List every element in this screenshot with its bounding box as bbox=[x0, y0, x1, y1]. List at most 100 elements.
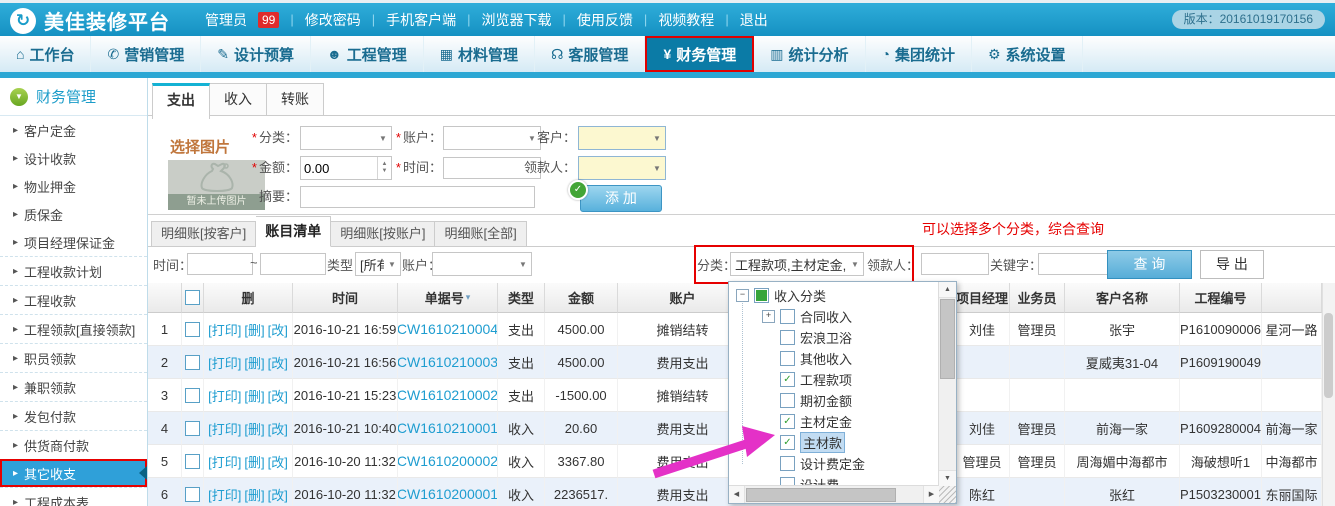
tab-detail-by-customer[interactable]: 明细账[按客户] bbox=[151, 221, 256, 247]
sidebar-item-staff-withdraw[interactable]: ▸职员领款 bbox=[0, 343, 147, 372]
scroll-left-icon[interactable]: ◀ bbox=[729, 486, 745, 503]
checkbox-checked[interactable]: ✓ bbox=[780, 414, 795, 429]
sidebar-item-project-receipt[interactable]: ▸工程收款 bbox=[0, 285, 147, 314]
print-link[interactable]: [打印] bbox=[208, 485, 241, 504]
tree-node-label[interactable]: 主材定金 bbox=[800, 412, 852, 431]
popup-horizontal-scrollbar[interactable]: ◀ ▶ bbox=[729, 485, 939, 503]
filter-time-from-input[interactable] bbox=[187, 253, 253, 275]
tree-node-label[interactable]: 设计费定金 bbox=[800, 454, 865, 473]
amount-input[interactable] bbox=[301, 157, 377, 179]
tree-node[interactable]: 期初金额 bbox=[729, 390, 939, 411]
filter-payee-input[interactable] bbox=[921, 253, 989, 275]
filter-account-select[interactable]: ▼ bbox=[432, 252, 532, 276]
tree-node-label[interactable]: 工程款项 bbox=[800, 370, 852, 389]
sidebar-item-receipt-plan[interactable]: ▸工程收款计划 bbox=[0, 256, 147, 285]
table-scrollbar[interactable] bbox=[1322, 283, 1335, 506]
delete-link[interactable]: [删] bbox=[244, 452, 264, 471]
doc-link[interactable]: CW1610210002 bbox=[398, 387, 498, 403]
nav-tab-project[interactable]: ☻工程管理 bbox=[311, 36, 424, 72]
sidebar-item-other-income-expense[interactable]: ▸其它收支 bbox=[0, 459, 147, 487]
row-checkbox[interactable] bbox=[185, 322, 200, 337]
edit-link[interactable]: [改] bbox=[268, 452, 288, 471]
tab-detail-by-account[interactable]: 明细账[按账户] bbox=[331, 221, 435, 247]
row-checkbox[interactable] bbox=[185, 487, 200, 502]
collapse-icon[interactable]: − bbox=[736, 289, 749, 302]
scroll-down-icon[interactable]: ▼ bbox=[939, 470, 956, 486]
print-link[interactable]: [打印] bbox=[208, 386, 241, 405]
checkbox-partial[interactable] bbox=[754, 288, 769, 303]
menu-feedback[interactable]: 使用反馈 bbox=[577, 10, 633, 30]
print-link[interactable]: [打印] bbox=[208, 320, 241, 339]
notification-badge[interactable]: 99 bbox=[258, 12, 279, 28]
tree-node[interactable]: 设计费定金 bbox=[729, 453, 939, 474]
expand-icon[interactable]: + bbox=[762, 310, 775, 323]
tree-node[interactable]: ✓ 工程款项 bbox=[729, 369, 939, 390]
pick-image-label[interactable]: 选择图片 bbox=[170, 136, 230, 157]
sidebar-item-parttime-withdraw[interactable]: ▸兼职领款 bbox=[0, 372, 147, 401]
nav-tab-customer-service[interactable]: ☊客服管理 bbox=[535, 36, 645, 72]
checkbox-unchecked[interactable] bbox=[780, 393, 795, 408]
menu-mobile-client[interactable]: 手机客户端 bbox=[386, 10, 456, 30]
menu-browser-download[interactable]: 浏览器下载 bbox=[482, 10, 552, 30]
delete-link[interactable]: [删] bbox=[244, 386, 264, 405]
nav-tab-finance[interactable]: ¥财务管理 bbox=[645, 36, 754, 72]
popup-vertical-scrollbar[interactable]: ▲ ▼ bbox=[938, 282, 956, 486]
tree-node[interactable]: ✓ 主材定金 bbox=[729, 411, 939, 432]
filter-keyword-input[interactable] bbox=[1038, 253, 1109, 275]
nav-tab-group-stats[interactable]: ◔集团统计 bbox=[866, 36, 972, 72]
tree-node-root[interactable]: − 收入分类 bbox=[729, 285, 939, 306]
sidebar-item-pm-guarantee[interactable]: ▸项目经理保证金 bbox=[0, 228, 147, 256]
doc-link[interactable]: CW1610210004 bbox=[398, 321, 498, 337]
tree-node-selected[interactable]: ✓ 主材款 bbox=[729, 432, 939, 453]
tab-expense[interactable]: 支出 bbox=[152, 83, 210, 119]
tree-node[interactable]: + 合同收入 bbox=[729, 306, 939, 327]
checkbox-unchecked[interactable] bbox=[780, 330, 795, 345]
checkbox-checked[interactable]: ✓ bbox=[780, 372, 795, 387]
tab-income[interactable]: 收入 bbox=[210, 83, 267, 116]
resize-grip[interactable] bbox=[939, 486, 956, 503]
nav-tab-design-budget[interactable]: ✎设计预算 bbox=[201, 36, 311, 72]
tree-node-label[interactable]: 其他收入 bbox=[800, 349, 852, 368]
print-link[interactable]: [打印] bbox=[208, 452, 241, 471]
doc-link[interactable]: CW1610210003 bbox=[398, 354, 498, 370]
nav-tab-settings[interactable]: ⚙系统设置 bbox=[972, 36, 1083, 72]
row-checkbox[interactable] bbox=[185, 355, 200, 370]
col-doc-no[interactable]: 单据号▾ bbox=[398, 283, 498, 313]
filter-type-select[interactable]: [所有]▼ bbox=[355, 252, 401, 276]
tab-transfer[interactable]: 转账 bbox=[267, 83, 324, 116]
tree-node-label[interactable]: 收入分类 bbox=[774, 286, 826, 305]
tree-node[interactable]: 宏浪卫浴 bbox=[729, 327, 939, 348]
row-checkbox[interactable] bbox=[185, 454, 200, 469]
doc-link[interactable]: CW1610210001 bbox=[398, 420, 498, 436]
tree-node-label[interactable]: 宏浪卫浴 bbox=[800, 328, 852, 347]
tree-node-label[interactable]: 主材款 bbox=[800, 432, 845, 453]
edit-link[interactable]: [改] bbox=[268, 419, 288, 438]
tab-account-list[interactable]: 账目清单 bbox=[256, 216, 331, 247]
tab-detail-all[interactable]: 明细账[全部] bbox=[435, 221, 526, 247]
row-checkbox[interactable] bbox=[185, 421, 200, 436]
delete-link[interactable]: [删] bbox=[244, 419, 264, 438]
doc-link[interactable]: CW1610200001 bbox=[398, 486, 498, 502]
filter-time-to-input[interactable] bbox=[260, 253, 326, 275]
checkbox-checked[interactable]: ✓ bbox=[780, 435, 795, 450]
sidebar-item-project-withdraw[interactable]: ▸工程领款[直接领款] bbox=[0, 314, 147, 343]
nav-tab-material[interactable]: ▦材料管理 bbox=[424, 36, 535, 72]
checkbox-unchecked[interactable] bbox=[780, 351, 795, 366]
menu-logout[interactable]: 退出 bbox=[740, 10, 768, 30]
tree-node[interactable]: 其他收入 bbox=[729, 348, 939, 369]
checkbox-unchecked[interactable] bbox=[780, 309, 795, 324]
print-link[interactable]: [打印] bbox=[208, 353, 241, 372]
edit-link[interactable]: [改] bbox=[268, 386, 288, 405]
nav-tab-workbench[interactable]: ⌂工作台 bbox=[0, 36, 91, 72]
tree-node-label[interactable]: 合同收入 bbox=[800, 307, 852, 326]
scrollbar-thumb[interactable] bbox=[1324, 313, 1333, 398]
edit-link[interactable]: [改] bbox=[268, 485, 288, 504]
delete-link[interactable]: [删] bbox=[244, 353, 264, 372]
nav-tab-marketing[interactable]: ✆营销管理 bbox=[91, 36, 201, 72]
export-button[interactable]: 导 出 bbox=[1200, 250, 1264, 279]
doc-link[interactable]: CW1610200002 bbox=[398, 453, 498, 469]
delete-link[interactable]: [删] bbox=[244, 320, 264, 339]
scroll-up-icon[interactable]: ▲ bbox=[939, 282, 956, 298]
sidebar-item-supplier-payment[interactable]: ▸供货商付款 bbox=[0, 430, 147, 459]
sidebar-item-project-cost-sheet[interactable]: ▸工程成本表 bbox=[0, 487, 147, 506]
